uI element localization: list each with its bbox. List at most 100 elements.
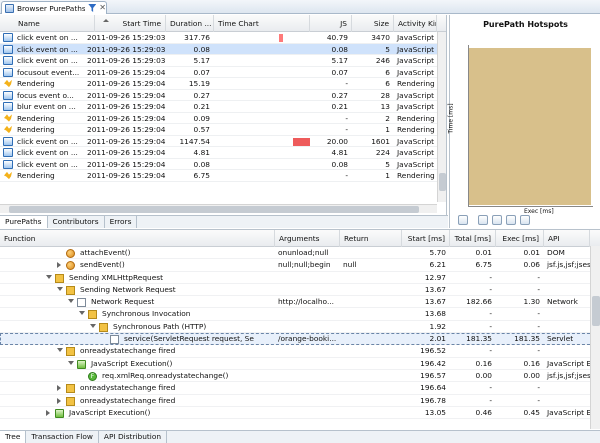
purepath-row[interactable]: Rendering 2011-09-26 15:29:04... 15.19 - 6 Re…	[0, 78, 446, 90]
expand-right-icon[interactable]	[57, 385, 61, 392]
purepaths-vertical-scrollbar[interactable]	[437, 32, 446, 202]
tree-row[interactable]: attachEvent() onunload;null 5.70 0.01 0.01 DO…	[0, 247, 600, 260]
purepath-row[interactable]: Rendering 2011-09-26 15:29:04... 0.09 - 2 Ren…	[0, 113, 446, 124]
tab-tree[interactable]: Tree	[0, 431, 27, 443]
row-start-time: 2011-09-26 15:29:04...	[87, 67, 166, 77]
purepath-row[interactable]: click event on ... 2011-09-26 15:29:04...…	[0, 136, 446, 147]
col-activity-kind[interactable]: Activity Kin	[394, 15, 437, 32]
hotspots-chart-area[interactable]	[469, 48, 591, 205]
tree-row[interactable]: onreadystatechange fired 196.78 - -	[0, 395, 600, 407]
row-name: click event on ...	[17, 159, 78, 169]
scroll-thumb[interactable]	[9, 206, 419, 213]
row-duration: 0.21	[193, 102, 210, 111]
purepaths-horizontal-scrollbar[interactable]	[0, 204, 437, 213]
row-name: click event on ...	[17, 44, 78, 54]
row-activity-kind: Rendering	[397, 113, 435, 123]
expand-down-icon[interactable]	[57, 286, 63, 291]
col-api[interactable]: API	[544, 230, 590, 247]
col-return[interactable]: Return	[340, 230, 402, 247]
purepath-row[interactable]: click event on ... 2011-09-26 15:29:03...…	[0, 55, 446, 67]
expand-down-icon[interactable]	[90, 323, 96, 328]
row-js: 0.21	[331, 102, 348, 111]
zoom-icon[interactable]	[478, 215, 488, 225]
tree-row[interactable]: onreadystatechange fired 196.64 - -	[0, 382, 600, 395]
scroll-thumb[interactable]	[592, 296, 600, 326]
tree-row[interactable]: Sending XMLHttpRequest 12.97 - -	[0, 272, 600, 284]
row-start-time: 2011-09-26 15:29:04...	[87, 102, 166, 111]
row-size: 246	[375, 56, 390, 65]
col-start-time[interactable]: Start Time	[95, 15, 166, 32]
row-js: 5.17	[331, 56, 348, 65]
tree-row[interactable]: Freq.xmlReq.onreadystatechange() 196.57 0.…	[0, 370, 600, 383]
purepath-row[interactable]: click event on ... 2011-09-26 15:29:03...…	[0, 43, 446, 55]
col-exec-ms[interactable]: Exec [ms]	[496, 230, 544, 247]
col-function[interactable]: Function	[0, 230, 275, 247]
row-activity-kind: Rendering	[397, 125, 435, 134]
row-duration: 0.57	[193, 125, 210, 134]
scroll-thumb[interactable]	[439, 173, 446, 191]
tab-errors[interactable]: Errors	[105, 216, 138, 228]
col-time-chart[interactable]: Time Chart	[214, 15, 310, 32]
filter-icon[interactable]	[88, 4, 97, 12]
tree-row[interactable]: service(ServletRequest request, Se/orang…	[0, 333, 600, 346]
close-icon[interactable]: ✕	[99, 4, 106, 12]
tab-transaction-flow[interactable]: Transaction Flow	[26, 431, 99, 443]
col-start-ms[interactable]: Start [ms]	[402, 230, 450, 247]
purepath-row[interactable]: click event on ... 2011-09-26 15:29:04...…	[0, 159, 446, 170]
tree-row[interactable]: onreadystatechange fired 196.52 - -	[0, 345, 600, 358]
view-tab-browser-purepaths[interactable]: Browser PurePaths ✕	[1, 1, 107, 14]
row-arguments: http://localho...	[278, 297, 334, 307]
expand-down-icon[interactable]	[79, 311, 85, 316]
purepath-row[interactable]: Rendering 2011-09-26 15:29:04... 6.75 - 1 Ren…	[0, 170, 446, 182]
expand-down-icon[interactable]	[57, 348, 63, 353]
purepath-row[interactable]: click event on ... 2011-09-26 15:29:04...…	[0, 147, 446, 159]
tree-row[interactable]: JavaScript Execution() 196.42 0.16 0.16 Java…	[0, 358, 600, 370]
row-activity-kind: JavaScript	[397, 90, 435, 100]
select-icon[interactable]	[492, 215, 502, 225]
col-arguments[interactable]: Arguments	[275, 230, 340, 247]
chart-type-icon[interactable]	[458, 215, 468, 225]
col-total-ms[interactable]: Total [ms]	[450, 230, 496, 247]
col-duration[interactable]: Duration ...	[166, 15, 214, 32]
tree-row[interactable]: Synchronous Path (HTTP) 1.92 - -	[0, 321, 600, 334]
purepath-row[interactable]: blur event on ... 2011-09-26 15:29:04... 0…	[0, 101, 446, 113]
row-exec-ms: 0.00	[523, 370, 540, 380]
col-size[interactable]: Size	[352, 15, 394, 32]
row-js: 0.08	[331, 159, 348, 169]
expand-right-icon[interactable]	[57, 397, 61, 404]
tree-row[interactable]: JavaScript Execution() 13.05 0.46 0.45 JavaS…	[0, 407, 600, 420]
tree-row[interactable]: Network Request http://localho... 13.67 182…	[0, 296, 600, 309]
row-name: click event on ...	[17, 33, 78, 42]
tree-row[interactable]: Sending Network Request 13.67 - -	[0, 284, 600, 297]
expand-down-icon[interactable]	[68, 360, 74, 365]
expand-right-icon[interactable]	[57, 262, 61, 269]
purepath-row[interactable]: Rendering 2011-09-26 15:29:04... 0.57 - 1 Ren…	[0, 124, 446, 136]
row-time-chart	[214, 124, 310, 135]
row-function: onreadystatechange fired	[80, 395, 176, 405]
purepath-row[interactable]: click event on ... 2011-09-26 15:29:03...…	[0, 32, 446, 44]
settings-icon[interactable]	[520, 215, 530, 225]
tab-purepaths[interactable]: PurePaths	[0, 216, 48, 228]
purepath-row[interactable]: focusout event... 2011-09-26 15:29:04... 0…	[0, 67, 446, 78]
row-total-ms: -	[489, 309, 492, 319]
row-activity-kind: JavaScript	[397, 136, 435, 146]
row-activity-kind: JavaScript	[397, 44, 435, 54]
col-js[interactable]: JS	[310, 15, 352, 32]
tree-icon[interactable]	[506, 215, 516, 225]
row-return	[340, 321, 402, 333]
tab-api-distribution[interactable]: API Distribution	[99, 431, 168, 443]
tree-row[interactable]: Synchronous Invocation 13.68 - -	[0, 308, 600, 321]
tab-contributors[interactable]: Contributors	[48, 216, 105, 228]
col-name[interactable]: Name	[14, 15, 95, 32]
row-return	[340, 407, 402, 419]
row-function: sendEvent()	[80, 260, 125, 270]
row-start-time: 2011-09-26 15:29:04...	[87, 79, 166, 88]
tree-row[interactable]: sendEvent() null;null;begin null 6.21 6.75 0.…	[0, 259, 600, 272]
tree-vertical-scrollbar[interactable]	[590, 246, 600, 429]
expand-down-icon[interactable]	[46, 274, 52, 279]
purepaths-table-body: click event on ... 2011-09-26 15:29:03...…	[0, 32, 446, 182]
purepath-row[interactable]: focus event o... 2011-09-26 15:29:04... 0.…	[0, 90, 446, 101]
expand-down-icon[interactable]	[68, 299, 74, 304]
expand-right-icon[interactable]	[46, 409, 50, 416]
row-start-time: 2011-09-26 15:29:04...	[87, 125, 166, 134]
